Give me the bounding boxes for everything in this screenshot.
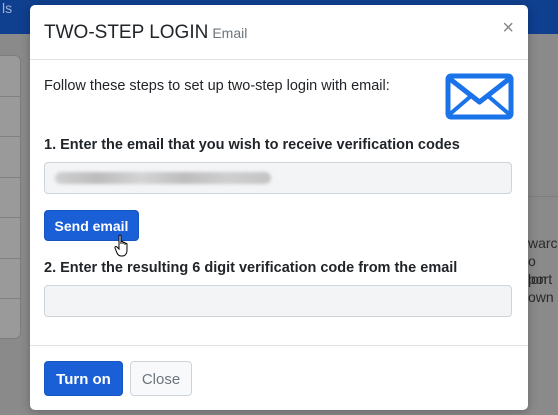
dialog-title-text: TWO-STEP LOGIN xyxy=(44,22,209,43)
step1-label: 1. Enter the email that you wish to rece… xyxy=(44,137,460,153)
background-divider xyxy=(0,136,20,137)
intro-text: Follow these steps to set up two-step lo… xyxy=(44,78,390,94)
background-sidebar xyxy=(0,55,21,339)
turn-on-button[interactable]: Turn on xyxy=(44,361,123,396)
hand-cursor-icon xyxy=(114,234,128,257)
background-text: port xyxy=(528,271,553,287)
background-divider xyxy=(0,258,20,259)
background-divider xyxy=(0,96,20,97)
step2-label: 2. Enter the resulting 6 digit verificat… xyxy=(44,260,458,276)
verification-code-input[interactable] xyxy=(44,285,512,317)
dialog-title: TWO-STEP LOGIN Email xyxy=(44,22,247,44)
dialog-subtitle: Email xyxy=(212,25,248,41)
two-step-login-dialog: TWO-STEP LOGIN Email × Follow these steps… xyxy=(30,5,528,410)
close-button[interactable]: Close xyxy=(130,361,192,396)
background-nav-fragment: ls xyxy=(2,0,13,16)
background-divider xyxy=(0,298,20,299)
close-icon[interactable]: × xyxy=(502,18,514,38)
redacted-email-value xyxy=(55,172,271,184)
envelope-icon xyxy=(445,73,514,120)
background-text: own xyxy=(528,289,554,305)
dialog-header: TWO-STEP LOGIN Email × xyxy=(30,5,528,60)
background-text: warc xyxy=(528,235,558,251)
background-divider xyxy=(0,217,20,218)
background-divider xyxy=(0,177,20,178)
